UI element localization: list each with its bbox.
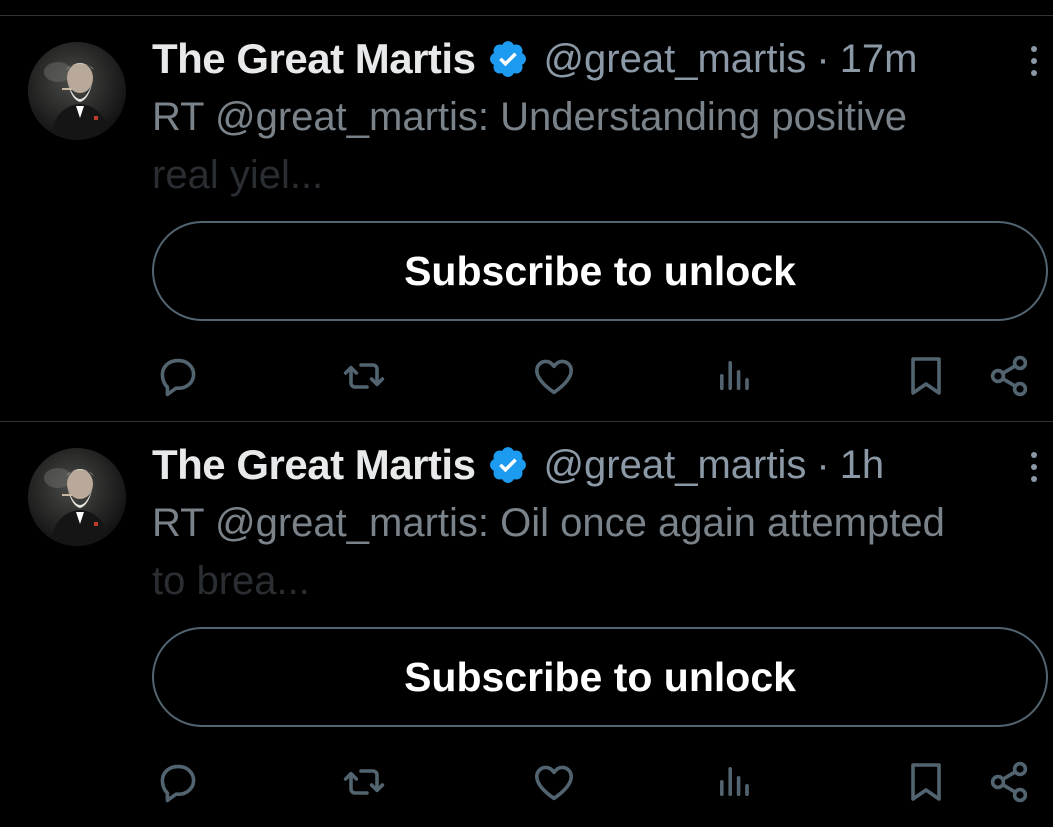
tweet-text: RT @great_martis: Oil once again attempt… bbox=[152, 494, 1047, 610]
verified-icon bbox=[490, 447, 527, 483]
views-icon[interactable] bbox=[710, 352, 758, 400]
tweet-text-faded-line: real yiel... bbox=[152, 153, 324, 197]
tweet-header: The Great Martis @great_martis · 1h bbox=[152, 440, 884, 490]
tweet-text-line: RT @great_martis: Oil once again attempt… bbox=[152, 501, 945, 545]
author-name[interactable]: The Great Martis bbox=[152, 35, 476, 83]
timestamp[interactable]: 1h bbox=[840, 443, 885, 488]
tweet-text: RT @great_martis: Understanding positive… bbox=[152, 88, 1047, 204]
more-icon[interactable] bbox=[1027, 452, 1041, 486]
like-icon[interactable] bbox=[530, 352, 578, 400]
subscribe-button[interactable]: Subscribe to unlock bbox=[152, 627, 1048, 727]
reply-icon[interactable] bbox=[154, 758, 202, 806]
views-icon[interactable] bbox=[710, 758, 758, 806]
tweet-header: The Great Martis @great_martis · 17m bbox=[152, 34, 918, 84]
tweet-text-faded-line: to brea... bbox=[152, 559, 310, 603]
verified-icon bbox=[490, 41, 527, 77]
avatar[interactable] bbox=[28, 448, 126, 546]
avatar[interactable] bbox=[28, 42, 126, 140]
tweet[interactable]: The Great Martis @great_martis · 17m RT … bbox=[0, 16, 1053, 422]
action-bar bbox=[0, 752, 1053, 812]
bookmark-icon[interactable] bbox=[902, 352, 950, 400]
author-handle[interactable]: @great_martis bbox=[543, 37, 806, 82]
retweet-icon[interactable] bbox=[340, 352, 388, 400]
author-name[interactable]: The Great Martis bbox=[152, 441, 476, 489]
bookmark-icon[interactable] bbox=[902, 758, 950, 806]
tweet-text-line: RT @great_martis: Understanding positive bbox=[152, 95, 908, 139]
retweet-icon[interactable] bbox=[340, 758, 388, 806]
timestamp[interactable]: 17m bbox=[840, 37, 918, 82]
subscribe-button[interactable]: Subscribe to unlock bbox=[152, 221, 1048, 321]
tweet[interactable]: The Great Martis @great_martis · 1h RT @… bbox=[0, 422, 1053, 827]
reply-icon[interactable] bbox=[154, 352, 202, 400]
action-bar bbox=[0, 346, 1053, 406]
share-icon[interactable] bbox=[985, 352, 1033, 400]
author-handle[interactable]: @great_martis bbox=[543, 443, 806, 488]
share-icon[interactable] bbox=[985, 758, 1033, 806]
more-icon[interactable] bbox=[1027, 46, 1041, 80]
dot-separator: · bbox=[816, 442, 830, 487]
like-icon[interactable] bbox=[530, 758, 578, 806]
dot-separator: · bbox=[816, 36, 830, 81]
